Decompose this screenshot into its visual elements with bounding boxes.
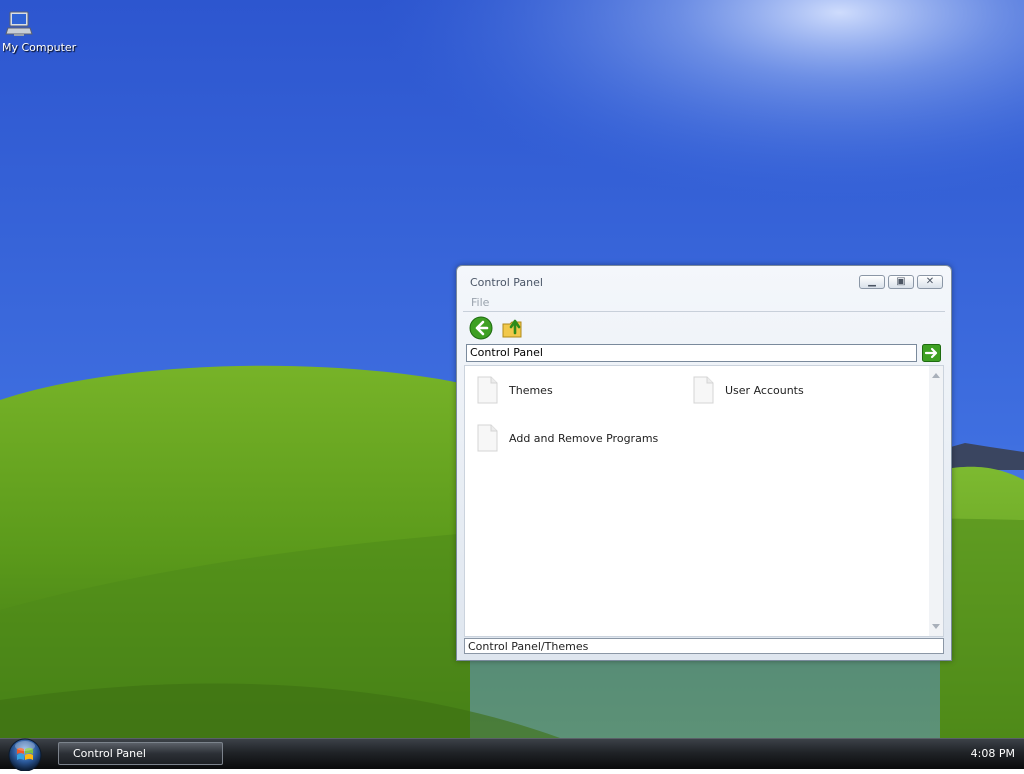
taskbar-button-control-panel[interactable]: Control Panel bbox=[58, 742, 223, 765]
control-panel-window[interactable]: Control Panel ▁ ▣ ✕ File Control Panel T… bbox=[456, 265, 952, 661]
scroll-up-icon[interactable] bbox=[932, 372, 940, 378]
vertical-scrollbar[interactable] bbox=[929, 366, 943, 636]
up-folder-button[interactable] bbox=[501, 316, 525, 340]
window-title: Control Panel bbox=[470, 276, 543, 289]
maximize-button[interactable]: ▣ bbox=[888, 275, 914, 289]
item-label: Themes bbox=[509, 383, 553, 397]
back-button[interactable] bbox=[469, 316, 493, 340]
taskbar: Control Panel 4:08 PM bbox=[0, 735, 1024, 772]
item-label: User Accounts bbox=[725, 383, 804, 397]
item-label: Add and Remove Programs bbox=[509, 431, 659, 445]
clock[interactable]: 4:08 PM bbox=[971, 747, 1015, 760]
desktop-icon-label: My Computer bbox=[2, 41, 77, 54]
document-icon bbox=[477, 376, 498, 404]
go-button[interactable] bbox=[922, 344, 941, 362]
item-add-remove-programs[interactable]: Add and Remove Programs bbox=[477, 422, 658, 454]
start-orb-icon bbox=[8, 738, 42, 772]
up-folder-icon bbox=[502, 319, 522, 338]
status-bar: Control Panel/Themes bbox=[464, 638, 944, 654]
start-button[interactable] bbox=[4, 735, 46, 772]
address-input[interactable] bbox=[467, 345, 913, 360]
scroll-down-icon[interactable] bbox=[932, 624, 940, 630]
item-user-accounts[interactable]: User Accounts bbox=[693, 374, 804, 406]
status-text: Control Panel/Themes bbox=[468, 640, 589, 653]
minimize-icon: ▁ bbox=[868, 276, 876, 287]
my-computer-icon bbox=[5, 10, 54, 40]
document-icon bbox=[693, 376, 714, 404]
document-icon bbox=[477, 424, 498, 452]
window-controls: ▁ ▣ ✕ bbox=[859, 275, 943, 289]
maximize-icon: ▣ bbox=[896, 276, 906, 287]
close-icon: ✕ bbox=[925, 276, 935, 287]
close-button[interactable]: ✕ bbox=[917, 275, 943, 289]
menu-bar: File bbox=[463, 294, 945, 312]
items-view: Themes User Accounts Add and Remove Prog… bbox=[464, 365, 944, 637]
desktop-icon-my-computer[interactable]: My Computer bbox=[2, 10, 77, 54]
go-arrow-icon bbox=[922, 344, 941, 362]
item-themes[interactable]: Themes bbox=[477, 374, 553, 406]
back-arrow-icon bbox=[469, 316, 493, 340]
minimize-button[interactable]: ▁ bbox=[859, 275, 885, 289]
title-bar[interactable]: Control Panel ▁ ▣ ✕ bbox=[457, 266, 951, 293]
address-bar[interactable] bbox=[466, 344, 917, 362]
menu-file[interactable]: File bbox=[471, 296, 489, 309]
toolbar bbox=[469, 316, 525, 342]
